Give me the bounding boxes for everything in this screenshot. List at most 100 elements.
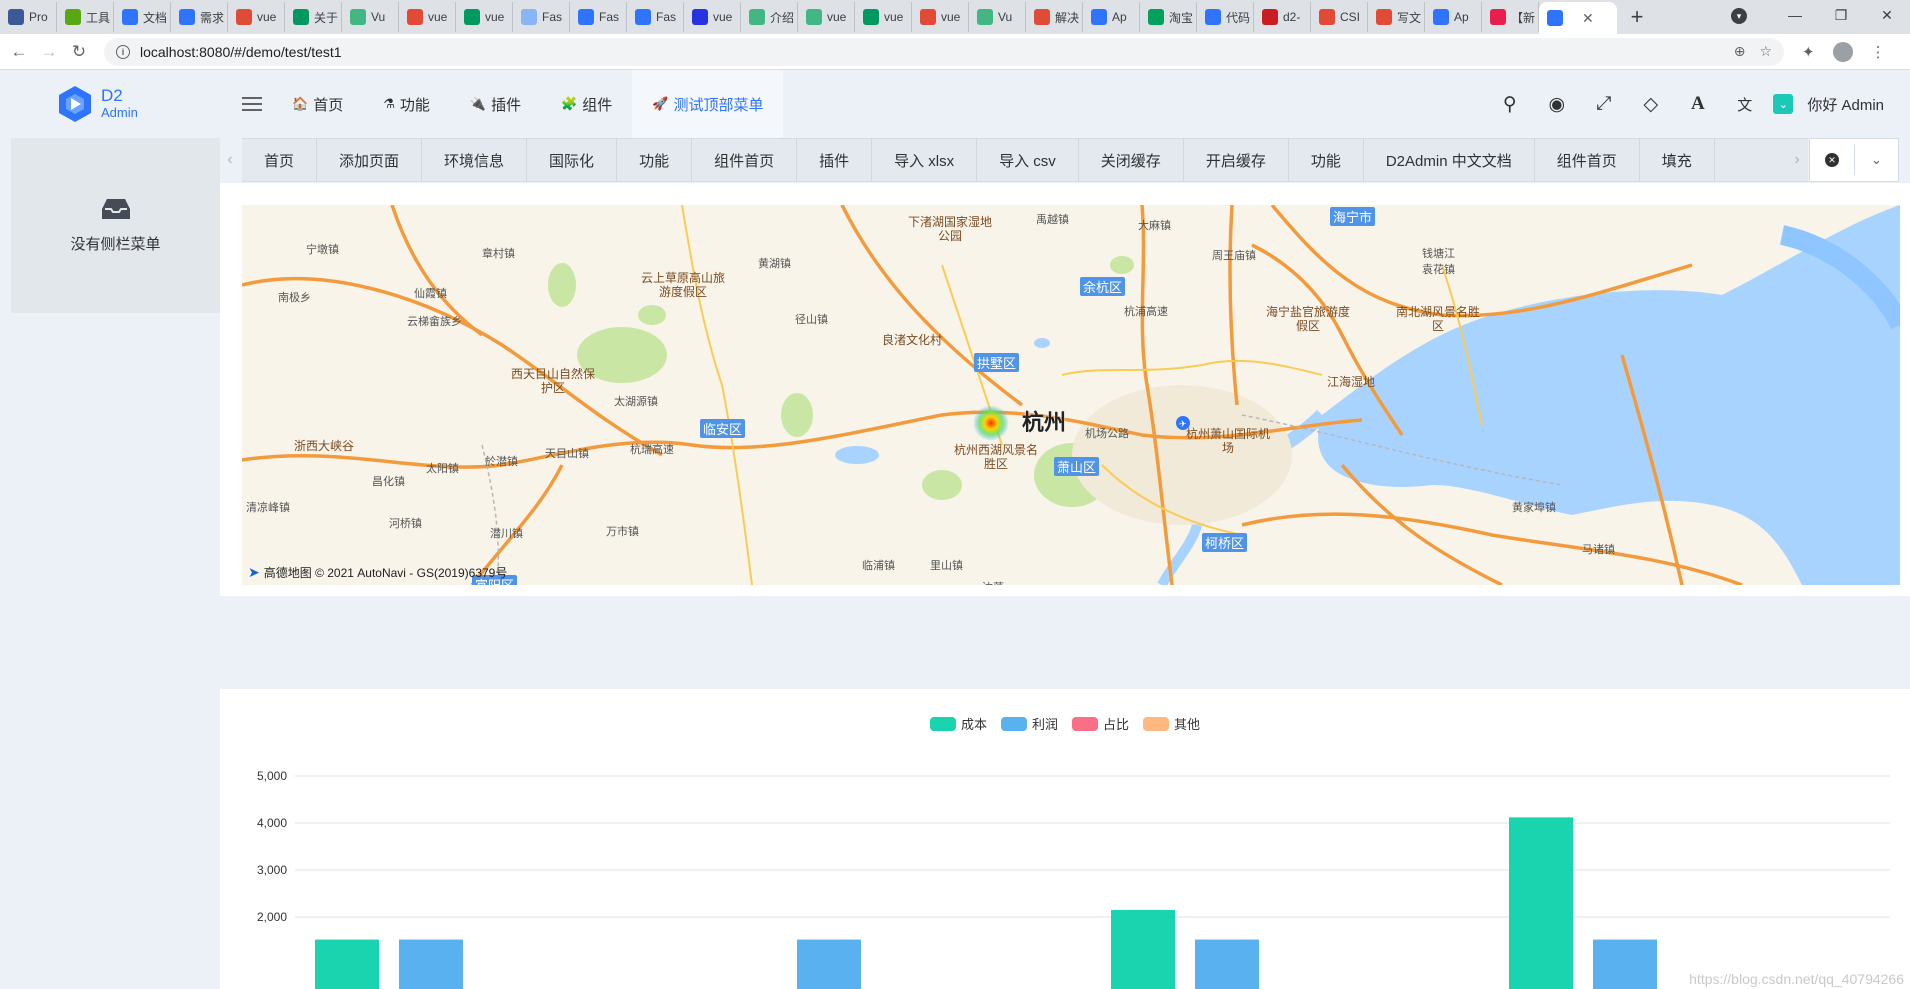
profile-avatar[interactable]: [1832, 41, 1853, 62]
browser-tab[interactable]: Ap: [1083, 2, 1140, 32]
bar-成本[interactable]: [1509, 817, 1573, 989]
log-record-icon[interactable]: ◉: [1533, 93, 1580, 116]
browser-tab[interactable]: vue: [684, 2, 741, 32]
page-tab[interactable]: 组件首页: [1535, 139, 1640, 181]
font-size-icon[interactable]: A: [1674, 93, 1721, 115]
aside-toggle-button[interactable]: [232, 70, 272, 138]
bookmark-star-icon[interactable]: ☆: [1759, 43, 1772, 60]
browser-tab[interactable]: 解决: [1026, 2, 1083, 32]
browser-tab[interactable]: vue: [456, 2, 513, 32]
browser-tab-active[interactable]: ✕: [1539, 2, 1617, 34]
page-tab[interactable]: 开启缓存: [1184, 139, 1289, 181]
tab-dropdown-button[interactable]: ⌄: [1853, 145, 1898, 175]
menu-bars-icon: [242, 97, 262, 111]
url-field[interactable]: i localhost:8080/#/demo/test/test1 ⊕ ☆: [104, 37, 1784, 66]
browser-tab[interactable]: Ap: [1425, 2, 1482, 32]
browser-tab-label: 介绍: [770, 10, 795, 25]
browser-tab[interactable]: 代码: [1197, 2, 1254, 32]
theme-color-picker[interactable]: ⌄: [1773, 94, 1794, 114]
top-menu-item[interactable]: 🚀 测试顶部菜单: [632, 70, 784, 138]
browser-tab[interactable]: 文档: [114, 2, 171, 32]
browser-tab[interactable]: 写文: [1368, 2, 1425, 32]
top-menu-item[interactable]: 🧩 组件: [541, 70, 632, 138]
tab-search-icon[interactable]: ▾: [1726, 6, 1772, 25]
map-place-label: 於潜镇: [485, 455, 518, 468]
map-place-label: 黄家埠镇: [1512, 501, 1556, 514]
page-tab[interactable]: 环境信息: [422, 139, 528, 181]
browser-tab[interactable]: Pro: [0, 2, 57, 32]
browser-tab[interactable]: vue: [912, 2, 969, 32]
close-tab-icon[interactable]: ✕: [1582, 10, 1594, 27]
favicon-icon: [1262, 9, 1278, 25]
more-menu-icon[interactable]: ⋮: [1871, 43, 1886, 61]
page-tab[interactable]: 国际化: [527, 139, 618, 181]
language-icon[interactable]: 文: [1721, 94, 1768, 115]
bar-利润[interactable]: [1593, 939, 1657, 989]
browser-tab[interactable]: 需求: [171, 2, 228, 32]
browser-tab[interactable]: 工具: [57, 2, 114, 32]
browser-tab[interactable]: vue: [798, 2, 855, 32]
browser-tab[interactable]: Vu: [342, 2, 399, 32]
page-tab[interactable]: 关闭缓存: [1079, 139, 1184, 181]
browser-tab[interactable]: vue: [228, 2, 285, 32]
favicon-icon: [122, 9, 138, 25]
browser-tab[interactable]: 关于: [285, 2, 342, 32]
bar-利润[interactable]: [1195, 939, 1259, 989]
browser-tab[interactable]: 介绍: [741, 2, 798, 32]
bar-成本[interactable]: [315, 939, 379, 989]
bar-成本[interactable]: [1111, 909, 1175, 989]
browser-tab[interactable]: vue: [399, 2, 456, 32]
browser-tab[interactable]: 【新: [1482, 2, 1539, 32]
map-place-label: 潜川镇: [490, 527, 523, 540]
page-tab[interactable]: 填充: [1640, 139, 1715, 181]
browser-tab[interactable]: CSI: [1311, 2, 1368, 32]
search-icon[interactable]: ⚲: [1486, 93, 1533, 116]
theme-diamond-icon[interactable]: ◇: [1627, 93, 1674, 116]
page-tab[interactable]: 组件首页: [692, 139, 798, 181]
page-tab[interactable]: D2Admin 中文文档: [1364, 139, 1535, 181]
forward-button[interactable]: →: [34, 42, 64, 62]
site-info-icon[interactable]: i: [116, 44, 130, 59]
extensions-icon[interactable]: ✦: [1802, 43, 1815, 61]
restore-button[interactable]: ❐: [1818, 7, 1864, 24]
top-menu-item[interactable]: 🏠 首页: [272, 70, 363, 138]
tabs-scroll-right-icon[interactable]: ›: [1787, 138, 1807, 182]
address-bar: ← → ↻ i localhost:8080/#/demo/test/test1…: [0, 34, 1910, 70]
reload-button[interactable]: ↻: [64, 42, 94, 62]
map-place-label: 黄湖镇: [758, 257, 791, 270]
close-window-button[interactable]: ✕: [1864, 7, 1910, 24]
browser-tab[interactable]: vue: [855, 2, 912, 32]
page-tab[interactable]: 导入 csv: [977, 139, 1079, 181]
y-tick-label: 2,000: [257, 910, 287, 924]
heatmap-map[interactable]: ✈ 杭州拱墅区余杭区临安区萧山区柯桥区海宁市富阳区下渚湖国家湿地公园云上草原高山…: [242, 205, 1900, 585]
map-place-label: 袁花镇: [1422, 263, 1455, 276]
close-tabs-button[interactable]: ✕: [1810, 153, 1854, 167]
logo[interactable]: D2 Admin: [0, 70, 220, 138]
tabs-scroll-left-icon[interactable]: ‹: [220, 138, 240, 182]
top-menu-item[interactable]: 🔌 插件: [450, 70, 541, 138]
bar-利润[interactable]: [797, 939, 861, 989]
zoom-icon[interactable]: ⊕: [1734, 43, 1746, 60]
page-tab[interactable]: 添加页面: [317, 139, 423, 181]
top-menu-item[interactable]: ⚗ 功能: [363, 70, 450, 138]
page-tab[interactable]: 功能: [617, 139, 693, 181]
user-greeting[interactable]: 你好 Admin: [1807, 94, 1884, 115]
browser-tab[interactable]: Fas: [570, 2, 627, 32]
page-tab[interactable]: 插件: [797, 139, 873, 181]
bar-利润[interactable]: [399, 939, 463, 989]
browser-tab[interactable]: d2-: [1254, 2, 1311, 32]
fullscreen-icon[interactable]: ⤢: [1580, 93, 1627, 115]
page-tab[interactable]: 首页: [242, 139, 318, 181]
page-tab-bar: ‹ 首页 添加页面 环境信息 国际化 功能 组件首页 插件 导入 xlsx 导入 csv 关闭缓存…: [220, 138, 1910, 182]
chart-card: 成本 利润 占比 其他 5,000 4,000 3,000 2,000 https://bl…: [220, 689, 1910, 989]
browser-tab[interactable]: Fas: [513, 2, 570, 32]
browser-tab[interactable]: 淘宝: [1140, 2, 1197, 32]
new-tab-button[interactable]: +: [1617, 2, 1657, 32]
page-tab[interactable]: 导入 xlsx: [872, 139, 978, 181]
minimize-button[interactable]: —: [1772, 7, 1818, 23]
browser-tab[interactable]: Vu: [969, 2, 1026, 32]
back-button[interactable]: ←: [4, 42, 34, 62]
browser-tab[interactable]: Fas: [627, 2, 684, 32]
favicon-icon: [1319, 9, 1335, 25]
page-tab[interactable]: 功能: [1289, 139, 1364, 181]
